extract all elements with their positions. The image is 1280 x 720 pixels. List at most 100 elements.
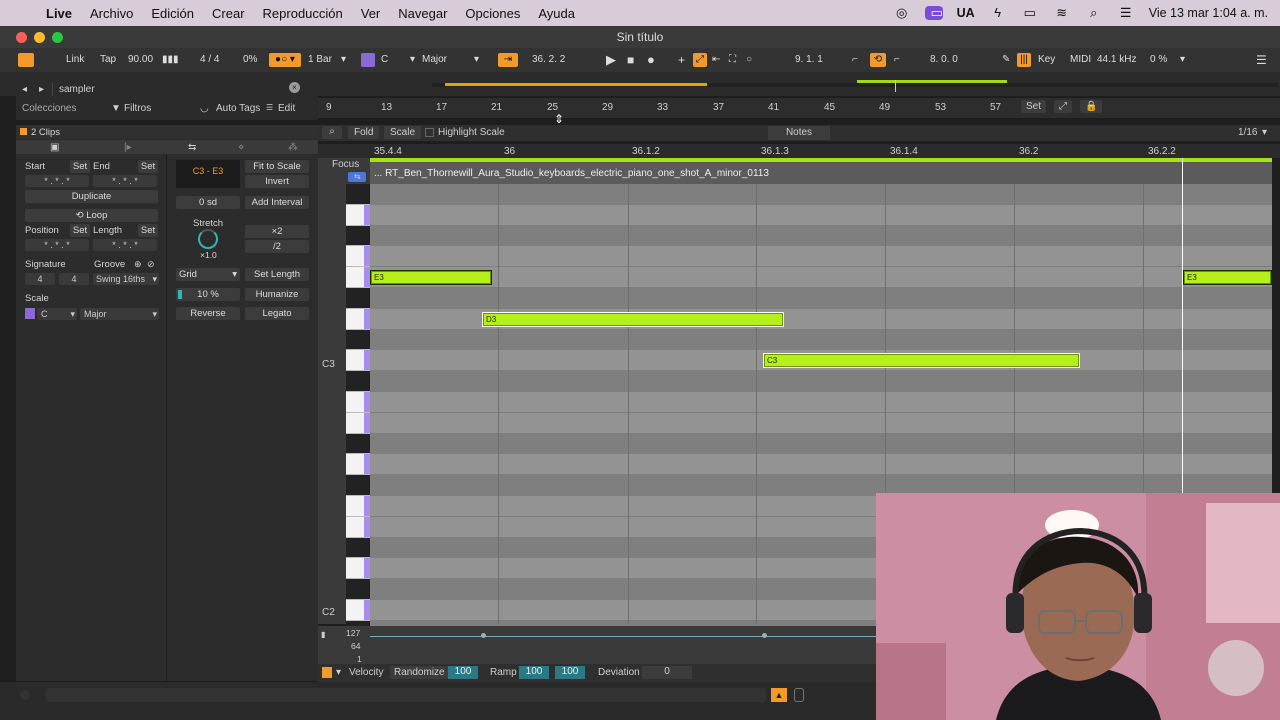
scale-mode-select[interactable]: Major xyxy=(422,48,447,72)
grid-row[interactable] xyxy=(370,225,1272,247)
loop-start-field[interactable]: 9. 1. 1 xyxy=(795,48,823,72)
chevron-down-icon[interactable]: ▾ xyxy=(336,667,341,678)
start-set-button[interactable]: Set xyxy=(70,160,90,173)
menu-reproduccion[interactable]: Reproducción xyxy=(263,6,343,21)
midi-note[interactable]: C3 xyxy=(763,353,1080,368)
menu-lines-icon[interactable]: ☰ xyxy=(1256,48,1267,72)
piano-key[interactable] xyxy=(346,516,370,538)
key-map-button[interactable]: Key xyxy=(1038,48,1055,72)
piano-key[interactable] xyxy=(346,558,370,580)
menu-opciones[interactable]: Opciones xyxy=(465,6,520,21)
song-position-field[interactable]: 36. 2. 2 xyxy=(532,48,565,72)
back-to-arrangement-icon[interactable]: ⇤ xyxy=(712,48,720,72)
grid-row[interactable] xyxy=(370,246,1272,268)
menu-navegar[interactable]: Navegar xyxy=(398,6,447,21)
scale-toggle[interactable] xyxy=(25,308,35,319)
bolt-icon[interactable]: ϟ xyxy=(989,6,1007,20)
end-field[interactable]: * . * . * xyxy=(93,175,157,187)
randomize-amount[interactable]: 100 xyxy=(448,666,478,679)
ramp-start-value[interactable]: 100 xyxy=(519,666,549,679)
piano-key[interactable] xyxy=(346,204,370,226)
forward-arrow-icon[interactable]: ▸ xyxy=(39,84,44,95)
grid-row[interactable] xyxy=(370,267,1272,288)
lock-icon[interactable]: 🔒 xyxy=(1080,100,1103,113)
envelope-tab-icon[interactable]: ⋄ xyxy=(238,142,244,153)
length-field[interactable]: * . * . * xyxy=(93,239,157,251)
velocity-toggle-icon[interactable] xyxy=(322,667,332,678)
duplicate-button[interactable]: Duplicate xyxy=(25,190,158,203)
start-field[interactable]: * . * . * xyxy=(25,175,89,187)
grid-row[interactable] xyxy=(370,204,1272,226)
play-icon[interactable]: ▶ xyxy=(606,48,616,72)
piano-key[interactable] xyxy=(346,329,370,351)
piano-key[interactable] xyxy=(346,288,370,309)
piano-key[interactable] xyxy=(346,412,370,434)
loop-toggle-icon[interactable]: ⟲ xyxy=(870,53,886,67)
menu-app[interactable]: Live xyxy=(46,6,72,21)
grid-row[interactable] xyxy=(370,288,1272,309)
grid-select[interactable]: Grid ▾ xyxy=(176,268,240,281)
scale-degree-field[interactable]: 0 sd xyxy=(176,196,240,209)
clip-view-toggle-icon[interactable]: ▲ xyxy=(771,688,787,702)
auto-tags-button[interactable]: Auto Tags xyxy=(216,103,260,114)
screen-share-icon[interactable]: ▭ xyxy=(924,6,943,20)
piano-key[interactable] xyxy=(346,184,370,205)
deviation-value[interactable]: 0 xyxy=(642,666,692,679)
piano-key[interactable] xyxy=(346,225,370,247)
grid-row[interactable] xyxy=(370,329,1272,351)
filter-icon[interactable]: ▼ xyxy=(111,103,121,114)
piano-key[interactable] xyxy=(346,433,370,455)
search-input[interactable]: sampler × xyxy=(52,82,304,96)
menubar-clock[interactable]: Vie 13 mar 1:04 a. m. xyxy=(1149,6,1268,20)
grid-row[interactable] xyxy=(370,392,1272,413)
scale-mode-toggle[interactable] xyxy=(361,53,375,67)
midi-map-button[interactable]: MIDI xyxy=(1070,48,1091,72)
menu-ver[interactable]: Ver xyxy=(361,6,381,21)
edit-icon[interactable]: ☰ xyxy=(266,103,273,112)
time-signature-field[interactable]: 4 / 4 xyxy=(200,48,219,72)
follow-icon[interactable]: ⇥ xyxy=(498,53,518,67)
input-language[interactable]: UA xyxy=(957,6,975,20)
piano-key[interactable] xyxy=(346,371,370,392)
scale-root-select[interactable]: C xyxy=(381,48,388,72)
position-field[interactable]: * . * . * xyxy=(25,239,89,251)
zoom-icon[interactable]: ⌕ xyxy=(322,126,342,139)
signature-numerator[interactable]: 4 xyxy=(25,273,55,285)
detail-view-toggle[interactable] xyxy=(794,688,804,702)
piano-key[interactable] xyxy=(346,350,370,372)
menu-crear[interactable]: Crear xyxy=(212,6,245,21)
piano-key[interactable] xyxy=(346,496,370,517)
capture-icon[interactable]: ⛶ xyxy=(729,48,736,72)
status-sync-icon[interactable]: ◎ xyxy=(893,6,911,20)
invert-button[interactable]: Invert xyxy=(245,175,309,188)
velocity-marker[interactable] xyxy=(762,633,767,638)
ramp-end-value[interactable]: 100 xyxy=(555,666,585,679)
arrangement-ruler[interactable]: 9 13 17 21 25 29 33 37 41 45 49 53 57 Se… xyxy=(318,98,1280,126)
piano-key[interactable] xyxy=(346,537,370,559)
velocity-marker[interactable] xyxy=(481,633,486,638)
tempo-field[interactable]: 90.00 xyxy=(128,48,153,72)
position-set-button[interactable]: Set xyxy=(70,224,90,237)
quantize-select[interactable]: 1 Bar xyxy=(308,48,332,72)
midi-note[interactable]: E3 xyxy=(1183,270,1272,285)
grid-row[interactable] xyxy=(370,454,1272,476)
piano-key[interactable] xyxy=(346,392,370,413)
clip-scale-mode-select[interactable]: Major ▾ xyxy=(80,308,159,320)
piano-key[interactable] xyxy=(346,600,370,621)
tap-button[interactable]: Tap xyxy=(100,48,116,72)
view-toggle-icon[interactable] xyxy=(18,53,34,67)
clip-tab-icon[interactable]: ▣ xyxy=(50,142,59,153)
reverse-button[interactable]: Reverse xyxy=(176,307,240,320)
randomize-button[interactable]: Randomize xyxy=(390,666,449,679)
legato-button[interactable]: Legato xyxy=(245,307,309,320)
back-arrow-icon[interactable]: ◂ xyxy=(22,84,27,95)
automation-arm-icon[interactable]: ⤢ xyxy=(693,53,707,67)
notes-tab[interactable]: Notes xyxy=(768,126,830,140)
piano-key[interactable] xyxy=(346,579,370,600)
control-center-icon[interactable]: ☰ xyxy=(1117,6,1135,20)
link-button[interactable]: Link xyxy=(66,48,84,72)
mpe-tab-icon[interactable]: ⁂ xyxy=(288,142,298,153)
piano-key[interactable] xyxy=(346,267,370,288)
set-locator-button[interactable]: Set xyxy=(1021,100,1047,113)
notes-tab-icon[interactable]: ⇆ xyxy=(188,142,196,153)
